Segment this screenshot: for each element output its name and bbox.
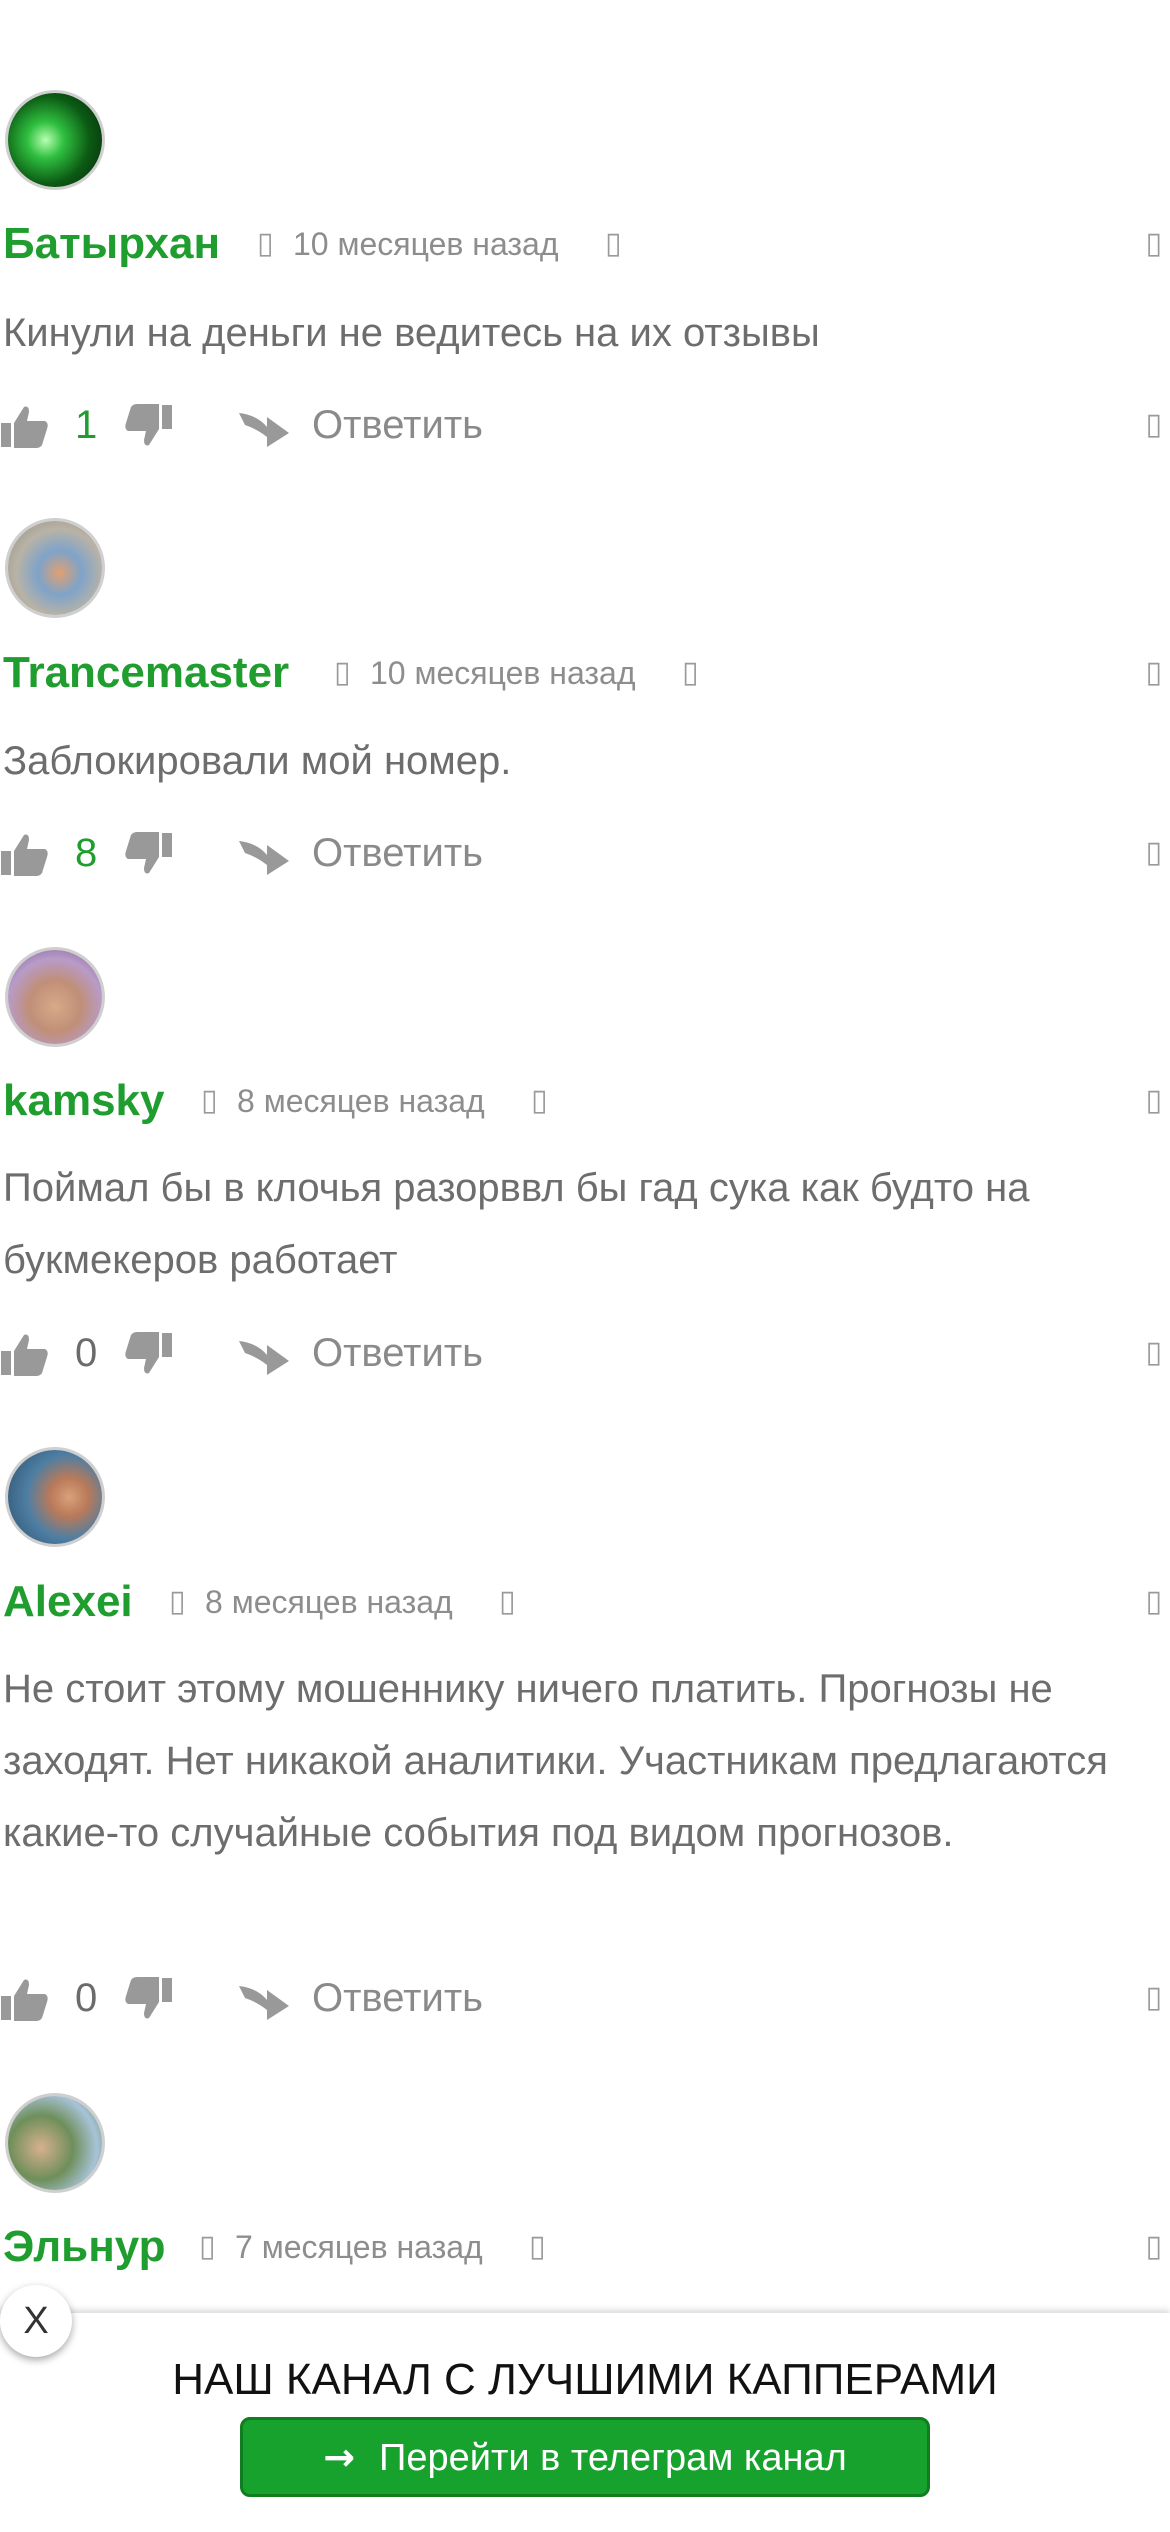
more-options-icon[interactable]: ▯ (1145, 823, 1162, 883)
reply-button[interactable]: Ответить (312, 1968, 483, 2028)
like-count: 0 (75, 1331, 98, 1375)
comment-text: Кинули на деньги не ведитесь на их отзыв… (3, 311, 820, 355)
more-options-icon[interactable]: ▯ (1145, 1323, 1162, 1383)
share-icon[interactable]: ▯ (1145, 643, 1162, 703)
link-icon[interactable]: ▯ (682, 643, 699, 703)
comment-time[interactable]: 10 месяцев назад (293, 214, 559, 274)
comment-author[interactable]: Эльнур (3, 2217, 166, 2277)
separator-icon: ▯ (257, 226, 274, 261)
thumbs-up-icon[interactable] (0, 1331, 50, 1377)
more-options-icon[interactable]: ▯ (1145, 395, 1162, 455)
link-icon[interactable]: ▯ (529, 2217, 546, 2277)
link-icon[interactable]: ▯ (531, 1071, 548, 1131)
comment-time[interactable]: 8 месяцев назад (237, 1071, 485, 1131)
reply-button[interactable]: Ответить (312, 823, 483, 883)
thumbs-up-icon[interactable] (0, 403, 50, 449)
comment-time[interactable]: 10 месяцев назад (370, 643, 636, 703)
thumbs-up-icon[interactable] (0, 831, 50, 877)
comment-text: Заблокировали мой номер. (3, 739, 512, 783)
thumbs-down-icon[interactable] (123, 1976, 173, 2022)
share-icon[interactable]: ▯ (1145, 1572, 1162, 1632)
reply-arrow-icon[interactable] (237, 403, 291, 449)
share-icon[interactable]: ▯ (1145, 214, 1162, 274)
like-count: 1 (75, 403, 98, 447)
share-icon[interactable]: ▯ (1145, 2217, 1162, 2277)
comment-author[interactable]: Батырхан (3, 214, 220, 274)
avatar[interactable] (5, 2093, 105, 2193)
reply-arrow-icon[interactable] (237, 1331, 291, 1377)
comment-author[interactable]: Alexei (3, 1572, 133, 1632)
like-count: 8 (75, 831, 98, 875)
link-icon[interactable]: ▯ (605, 214, 622, 274)
link-icon[interactable]: ▯ (499, 1572, 516, 1632)
share-icon[interactable]: ▯ (1145, 1071, 1162, 1131)
avatar[interactable] (5, 518, 105, 618)
thumbs-down-icon[interactable] (123, 831, 173, 877)
comment-author[interactable]: kamsky (3, 1071, 164, 1131)
reply-button[interactable]: Ответить (312, 1323, 483, 1383)
separator-icon: ▯ (334, 655, 351, 690)
telegram-channel-button[interactable]: → Перейти в телеграм канал (240, 2417, 930, 2497)
more-options-icon[interactable]: ▯ (1145, 1968, 1162, 2028)
separator-icon: ▯ (199, 2229, 216, 2264)
thumbs-down-icon[interactable] (123, 403, 173, 449)
avatar[interactable] (5, 1447, 105, 1547)
comment-author[interactable]: Trancemaster (3, 643, 289, 703)
like-count: 0 (75, 1976, 98, 2020)
telegram-promo-banner: НАШ КАНАЛ С ЛУЧШИМИ КАППЕРАМИ → Перейти в… (0, 2313, 1170, 2532)
thumbs-up-icon[interactable] (0, 1976, 50, 2022)
avatar[interactable] (5, 947, 105, 1047)
avatar[interactable] (5, 90, 105, 190)
reply-arrow-icon[interactable] (237, 1976, 291, 2022)
comment-time[interactable]: 7 месяцев назад (235, 2217, 483, 2277)
separator-icon: ▯ (169, 1584, 186, 1619)
telegram-button-label: Перейти в телеграм канал (379, 2437, 847, 2479)
thumbs-down-icon[interactable] (123, 1331, 173, 1377)
comment-time[interactable]: 8 месяцев назад (205, 1572, 453, 1632)
banner-title: НАШ КАНАЛ С ЛУЧШИМИ КАППЕРАМИ (172, 2355, 998, 2404)
comment-text: Не стоит этому мошеннику ничего платить.… (3, 1667, 1108, 1855)
separator-icon: ▯ (201, 1083, 218, 1118)
comment-text: Поймал бы в клочья разорввл бы гад сука … (3, 1166, 1030, 1282)
arrow-right-icon: → (323, 2435, 356, 2479)
banner-close-button[interactable]: X (0, 2285, 72, 2357)
reply-arrow-icon[interactable] (237, 831, 291, 877)
reply-button[interactable]: Ответить (312, 395, 483, 455)
